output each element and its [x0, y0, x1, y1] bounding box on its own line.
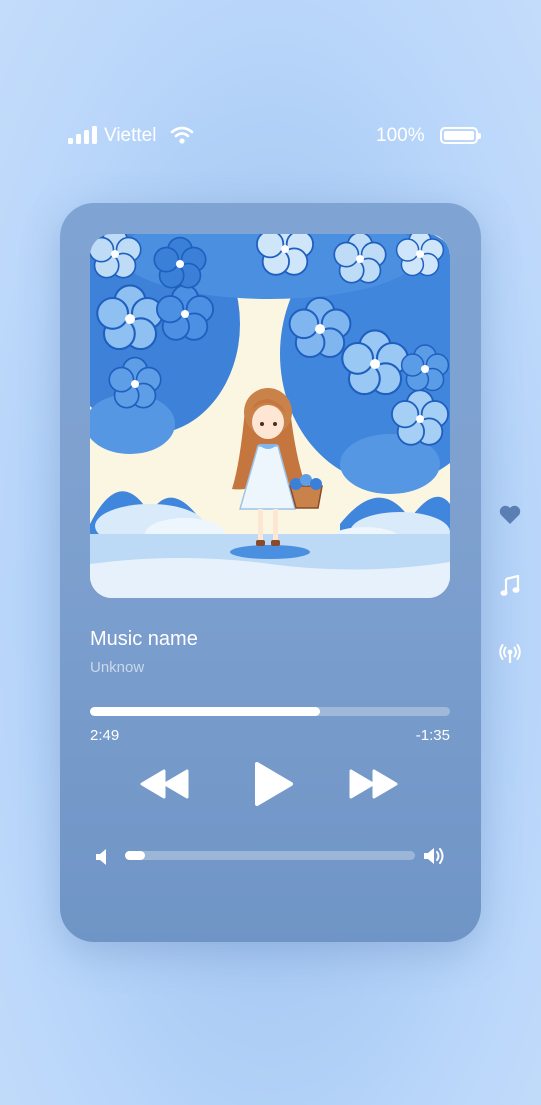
status-bar: Viettel 100%	[0, 124, 541, 150]
progress-fill	[90, 707, 321, 716]
fast-forward-icon[interactable]	[348, 767, 398, 801]
time-elapsed: 2:49	[90, 727, 120, 744]
carrier-name: Viettel	[104, 125, 157, 146]
volume-low-icon[interactable]	[95, 848, 109, 866]
album-art-illustration	[90, 234, 450, 598]
heart-icon[interactable]	[499, 505, 521, 525]
volume-high-icon[interactable]	[423, 846, 447, 866]
wifi-icon	[170, 126, 194, 144]
music-note-icon[interactable]	[500, 575, 520, 597]
signal-icon	[68, 126, 98, 144]
rewind-icon[interactable]	[140, 767, 190, 801]
volume-slider[interactable]	[125, 851, 415, 860]
track-title: Music name	[90, 628, 198, 650]
progress-bar[interactable]	[90, 707, 450, 716]
play-icon[interactable]	[253, 760, 295, 808]
broadcast-icon[interactable]	[499, 643, 521, 665]
battery-icon	[440, 127, 481, 144]
track-artist: Unknow	[90, 659, 145, 676]
time-remaining: -1:35	[415, 727, 450, 744]
album-art	[90, 234, 450, 598]
player-card: Music name Unknow 2:49 -1:35	[60, 203, 481, 942]
battery-percent: 100%	[376, 125, 425, 146]
volume-fill	[125, 851, 146, 860]
